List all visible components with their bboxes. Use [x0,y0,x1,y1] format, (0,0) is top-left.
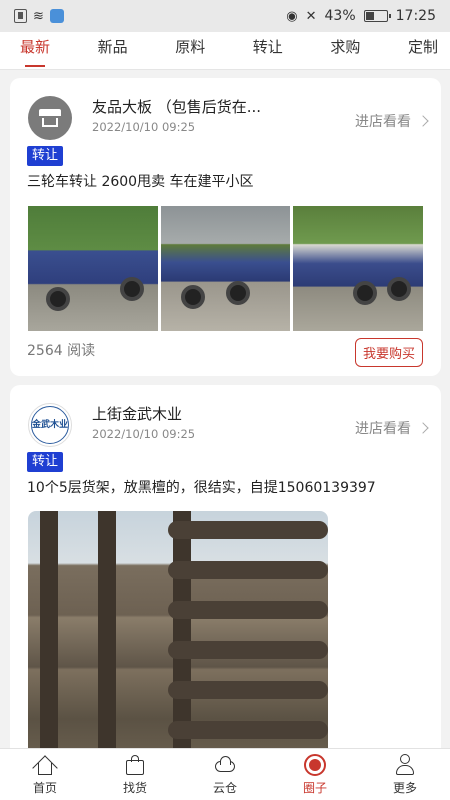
nav-label: 更多 [392,781,417,795]
post-photo[interactable] [160,206,291,331]
category-tag: 转让 [27,452,64,472]
post-card[interactable]: 金武木业 上街金武木业 2022/10/10 09:25 进店看看 转让 10个… [10,385,441,765]
bottom-nav: 首页 找货 云仓 圈子 更多 [0,748,450,800]
post-content[interactable]: 三轮车转让 2600甩卖 车在建平小区 [27,171,254,191]
post-card[interactable]: 友品大板 （包售后货在... 2022/10/10 09:25 进店看看 转让 … [10,78,441,376]
nav-label: 首页 [32,781,57,795]
post-time: 2022/10/10 09:25 [92,120,196,134]
shop-name[interactable]: 友品大板 （包售后货在... [92,96,261,117]
sim-icon [14,9,27,23]
visit-shop-label: 进店看看 [355,421,411,437]
nav-label: 云仓 [212,781,237,795]
category-tag: 转让 [27,146,64,166]
shop-logo: 金武木业 [31,406,69,444]
photo-grid [28,206,424,331]
visit-shop-label: 进店看看 [355,114,411,130]
shop-avatar[interactable]: 金武木业 [28,403,72,447]
post-photo[interactable] [28,511,328,765]
battery-icon [363,10,391,22]
post-photo[interactable] [293,206,424,331]
buy-button[interactable]: 我要购买 [354,338,423,367]
nav-find-goods[interactable]: 找货 [90,749,180,800]
user-icon [393,753,417,777]
post-photo[interactable] [28,206,158,331]
tab-transfer[interactable]: 转让 [253,32,283,70]
clock: 17:25 [395,8,436,24]
shop-name[interactable]: 上街金武木业 [92,403,182,424]
chevron-right-icon [417,115,429,127]
category-tabs: 最新 新品 原料 转让 求购 定制 [0,32,450,70]
mute-icon: ✕ [305,8,317,24]
logo-text: 金武木业 [32,420,69,430]
status-bar: ≋ ◉ ✕ 43% 17:25 [0,0,450,32]
read-count: 2564 阅读 [27,343,96,359]
chevron-right-icon [417,422,429,434]
visit-shop-link[interactable]: 进店看看 [355,111,429,131]
eye-icon: ◉ [286,8,298,24]
tab-custom[interactable]: 定制 [408,32,438,70]
visit-shop-link[interactable]: 进店看看 [355,418,429,438]
shopping-bag-icon [123,753,147,777]
tab-latest[interactable]: 最新 [20,32,50,70]
nav-cloud-warehouse[interactable]: 云仓 [180,749,270,800]
tab-purchase-request[interactable]: 求购 [330,32,360,70]
shield-app-icon [49,9,64,23]
home-icon [32,753,58,781]
cloud-icon [213,753,237,777]
tab-new[interactable]: 新品 [98,32,128,70]
circle-icon [303,753,327,777]
nav-home[interactable]: 首页 [0,749,90,800]
post-time: 2022/10/10 09:25 [92,427,196,441]
wifi-icon: ≋ [33,8,44,24]
nav-circle[interactable]: 圈子 [270,749,360,800]
nav-label: 圈子 [302,781,327,795]
post-content[interactable]: 10个5层货架，放黑檀的，很结实，自提15060139397 [27,477,376,497]
nav-more[interactable]: 更多 [360,749,450,800]
battery-percent: 43% [324,8,356,24]
store-icon [39,109,61,127]
shop-avatar[interactable] [28,96,72,140]
tab-raw-material[interactable]: 原料 [175,32,205,70]
nav-label: 找货 [122,781,147,795]
